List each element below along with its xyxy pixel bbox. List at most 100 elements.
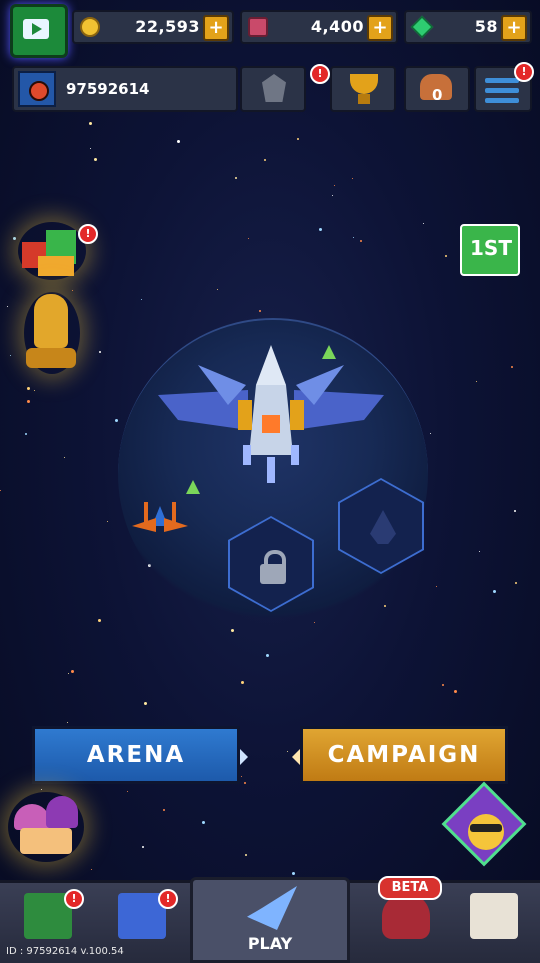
- nav-crafting[interactable]: [450, 883, 538, 963]
- player-id: 97592614: [66, 80, 150, 98]
- star: [423, 223, 424, 224]
- star: [476, 381, 477, 382]
- star: [430, 433, 431, 434]
- star: [231, 629, 234, 632]
- gift-box-icon: [38, 256, 74, 276]
- star: [67, 722, 68, 723]
- menu-alert-badge: !: [514, 62, 534, 82]
- star: [25, 433, 27, 435]
- robot-icon: [470, 893, 518, 939]
- star: [177, 140, 180, 143]
- star: [332, 195, 333, 196]
- star: [68, 673, 69, 674]
- friends-button[interactable]: 0: [404, 66, 470, 112]
- campaign-button[interactable]: CAMPAIGN: [292, 726, 508, 784]
- trophy-base-icon: [358, 94, 370, 104]
- star: [141, 299, 142, 300]
- gift-alert-badge: !: [78, 224, 98, 244]
- star: [10, 355, 11, 356]
- star: [0, 490, 1, 491]
- wingman-ship[interactable]: [132, 496, 188, 542]
- coins-value: 22,593: [135, 17, 200, 36]
- star: [90, 148, 91, 149]
- tickets-counter: 4,400 +: [240, 10, 398, 44]
- campaign-label: CAMPAIGN: [327, 742, 481, 768]
- trophy-button[interactable]: [330, 66, 396, 112]
- star: [91, 869, 92, 870]
- rank-shield-icon: [262, 74, 286, 102]
- arena-label: ARENA: [86, 742, 186, 768]
- gems-value: 58: [474, 17, 498, 36]
- star: [217, 289, 218, 290]
- upgrade-arrow-icon: [322, 345, 336, 359]
- arrow-right-icon: [240, 749, 248, 765]
- avatar: [18, 71, 56, 107]
- star: [27, 387, 30, 390]
- ship-silhouette-icon: [370, 510, 396, 544]
- top-resource-bar: 22,593 + 4,400 + 58 +: [0, 0, 540, 58]
- duck-offer-button[interactable]: [440, 781, 528, 874]
- mushroom-event-button[interactable]: [8, 792, 84, 862]
- star: [244, 782, 246, 784]
- coin-icon: [80, 17, 100, 37]
- star: [115, 419, 118, 422]
- main-spaceship[interactable]: [158, 345, 384, 485]
- play-label: PLAY: [247, 934, 293, 953]
- add-coins-button[interactable]: +: [203, 15, 229, 41]
- blue-chest-alert-badge: !: [158, 889, 178, 909]
- star: [27, 400, 30, 403]
- hamburger-menu-icon: [485, 78, 519, 108]
- star: [71, 670, 74, 673]
- star: [72, 290, 73, 291]
- star: [454, 690, 457, 693]
- video-reward-button[interactable]: [10, 4, 68, 58]
- golden-statue-button[interactable]: [24, 292, 80, 374]
- star: [241, 776, 242, 777]
- arena-button[interactable]: ARENA: [32, 726, 248, 784]
- star: [436, 586, 437, 587]
- tickets-value: 4,400: [310, 17, 364, 36]
- nav-play-tab[interactable]: PLAY: [190, 877, 350, 963]
- trophy-icon: [350, 74, 378, 94]
- star: [98, 619, 101, 622]
- statue-base-icon: [26, 348, 76, 368]
- upgrade-arrow-icon: [186, 480, 200, 494]
- play-icon: [32, 23, 42, 35]
- star: [41, 789, 42, 790]
- star: [319, 228, 322, 231]
- chest-alert-badge: !: [64, 889, 84, 909]
- version-label: ID : 97592614 v.100.54: [6, 946, 124, 957]
- player-profile-button[interactable]: 97592614: [12, 66, 238, 112]
- lock-body-icon: [260, 564, 286, 584]
- gift-pile-button[interactable]: !: [18, 222, 98, 280]
- star: [360, 240, 362, 242]
- profile-row: 97592614 ! 0 !: [0, 62, 540, 114]
- star: [292, 872, 295, 875]
- star: [334, 185, 335, 186]
- rank-alert-badge: !: [310, 64, 330, 84]
- star: [445, 255, 447, 257]
- menu-button[interactable]: !: [474, 62, 534, 112]
- star: [264, 159, 266, 161]
- star: [64, 457, 65, 458]
- star: [144, 702, 147, 705]
- bag-label: 1ST: [470, 236, 512, 260]
- mushroom-icon: [46, 796, 78, 828]
- gems-counter: 58 +: [404, 10, 532, 44]
- add-gems-button[interactable]: +: [501, 15, 527, 41]
- star: [99, 351, 101, 353]
- star: [142, 846, 144, 848]
- first-purchase-bag-button[interactable]: 1ST: [458, 214, 520, 276]
- friends-count: 0: [432, 86, 443, 104]
- arrow-left-icon: [292, 749, 300, 765]
- star: [245, 854, 247, 856]
- star: [13, 237, 16, 240]
- star: [89, 122, 92, 125]
- add-tickets-button[interactable]: +: [367, 15, 393, 41]
- star: [515, 582, 517, 584]
- star: [442, 684, 444, 686]
- star: [266, 654, 269, 657]
- star: [259, 310, 261, 312]
- rank-button[interactable]: !: [240, 64, 330, 112]
- star: [514, 510, 516, 512]
